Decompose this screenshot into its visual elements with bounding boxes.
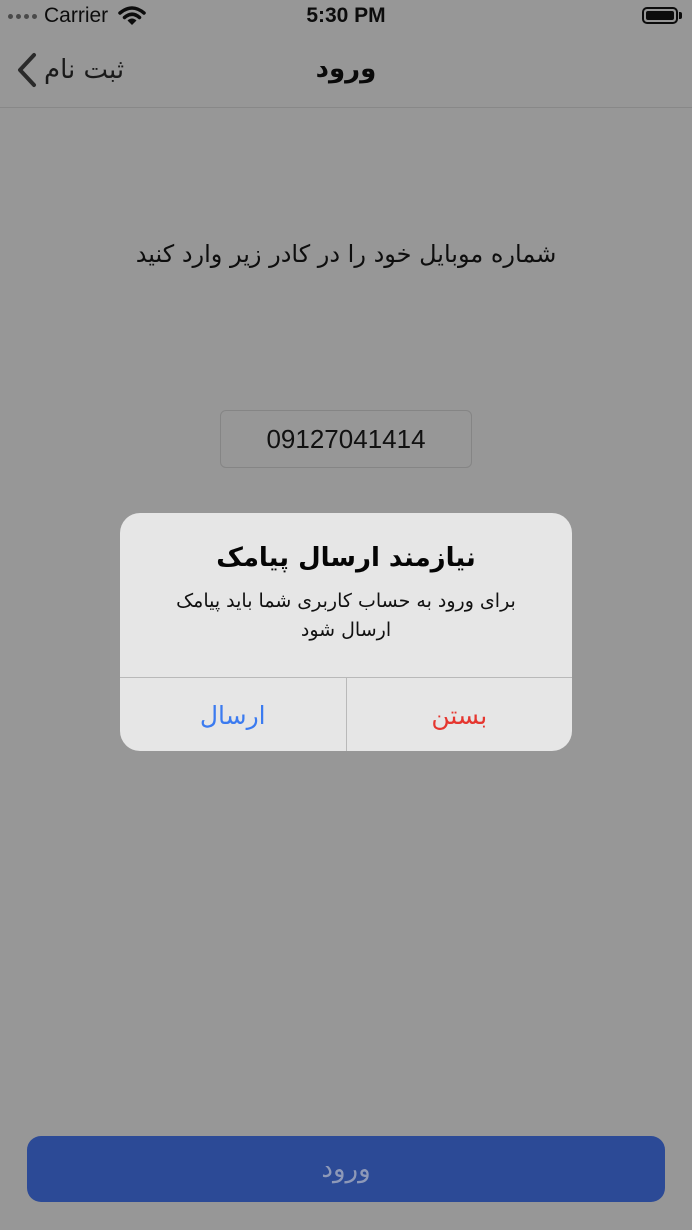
login-button[interactable]: ورود bbox=[27, 1136, 665, 1202]
instruction-text: شماره موبایل خود را در کادر زیر وارد کنی… bbox=[135, 240, 557, 268]
navigation-bar: ثبت نام ورود bbox=[0, 34, 692, 108]
alert-title: نیازمند ارسال پیامک bbox=[216, 543, 476, 573]
page-title: ورود bbox=[315, 54, 377, 84]
status-bar: Carrier 5:30 PM bbox=[0, 0, 692, 34]
sms-alert-dialog: نیازمند ارسال پیامک برای ورود به حساب کا… bbox=[120, 513, 572, 751]
alert-message: برای ورود به حساب کاربری شما باید پیامک … bbox=[176, 590, 516, 641]
battery-icon bbox=[642, 7, 678, 24]
send-button[interactable]: ارسال bbox=[120, 678, 346, 751]
battery-tip bbox=[679, 12, 682, 19]
close-button[interactable]: بستن bbox=[345, 678, 573, 751]
alert-button-row: ارسال بستن bbox=[120, 677, 572, 751]
phone-number-input[interactable] bbox=[220, 410, 472, 468]
status-time: 5:30 PM bbox=[306, 4, 386, 27]
